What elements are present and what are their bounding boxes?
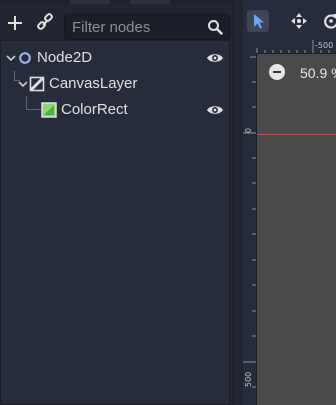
search-icon (208, 20, 223, 35)
ruler-label: 500 (244, 371, 253, 387)
canvas-layer-icon (29, 76, 45, 92)
rotate-tool-button[interactable] (320, 10, 336, 32)
zoom-level[interactable]: 50.9 % (300, 65, 336, 81)
x-axis-origin-line (257, 134, 336, 135)
scene-dock: Node2D CanvasLayer (0, 0, 233, 405)
node2d-icon (19, 52, 31, 64)
ruler-label: -500 (315, 41, 334, 50)
color-rect-icon (41, 102, 57, 118)
link-icon (37, 13, 53, 30)
left-ruler: 0 500 (243, 53, 257, 405)
instance-scene-button[interactable] (32, 10, 58, 36)
filter-nodes-input[interactable] (64, 14, 230, 40)
tree-item-label: ColorRect (61, 101, 128, 118)
scene-tree: Node2D CanvasLayer ColorRect (0, 40, 230, 405)
tree-item-canvaslayer[interactable]: CanvasLayer (1, 71, 229, 97)
eye-icon[interactable] (206, 102, 224, 118)
zoom-out-icon[interactable] (269, 64, 285, 80)
ruler-ticks (243, 56, 256, 388)
viewport-2d: -500 0 500 50.9 % (243, 0, 336, 405)
chevron-down-icon[interactable] (18, 80, 28, 88)
canvas-2d[interactable] (257, 54, 336, 405)
add-node-button[interactable] (2, 10, 28, 36)
chevron-down-icon[interactable] (6, 54, 16, 62)
top-ruler: -500 (243, 40, 336, 54)
tree-item-label: CanvasLayer (49, 75, 138, 92)
tree-item-node2d[interactable]: Node2D (1, 45, 229, 71)
move-icon (291, 13, 307, 29)
tree-item-colorrect[interactable]: ColorRect (1, 97, 229, 123)
plus-icon (8, 16, 22, 30)
rotate-icon (324, 14, 336, 29)
ruler-label: 0 (244, 127, 253, 133)
pointer-icon (254, 14, 264, 29)
move-tool-button[interactable] (288, 10, 310, 32)
select-tool-button[interactable] (247, 10, 269, 32)
eye-icon[interactable] (206, 50, 224, 66)
tree-item-label: Node2D (37, 49, 93, 66)
scene-toolbar (0, 4, 233, 40)
viewport-toolbar (243, 0, 336, 40)
